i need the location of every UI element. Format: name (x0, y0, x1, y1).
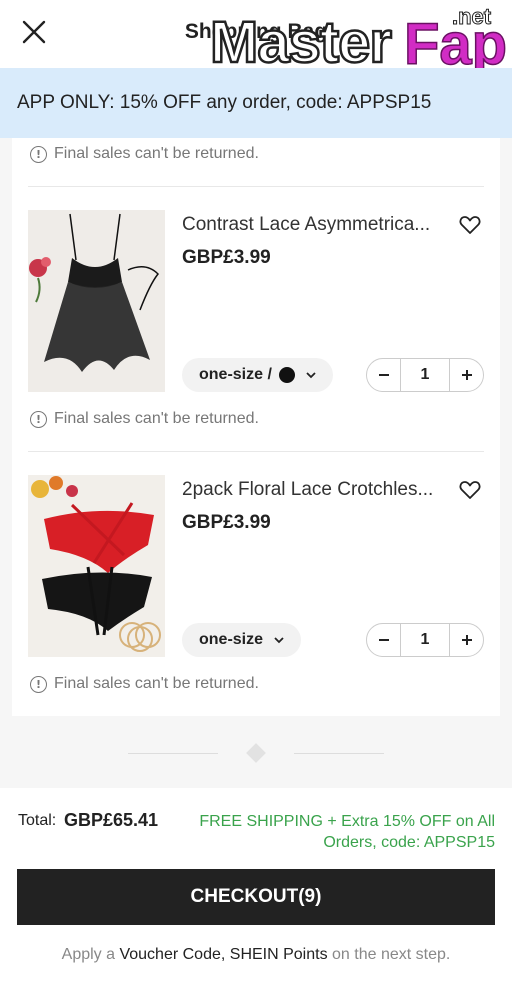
final-sale-notice: ! Final sales can't be returned. (30, 410, 259, 428)
wishlist-heart-icon[interactable] (458, 478, 482, 502)
decrease-button[interactable] (367, 359, 400, 391)
shipping-promo-text: FREE SHIPPING + Extra 15% OFF on All Ord… (199, 813, 495, 851)
quantity-value[interactable]: 1 (400, 624, 450, 656)
svg-text:Master: Master (210, 10, 391, 74)
final-sale-notice: ! Final sales can't be returned. (30, 675, 259, 693)
cart-item: Contrast Lace Asymmetrica... GBP£3.99 on… (12, 210, 500, 400)
watermark-logo: Master Fap .net (208, 2, 512, 78)
diamond-icon (246, 743, 266, 763)
chevron-down-icon (306, 372, 316, 379)
total-label: Total: (18, 812, 57, 829)
final-sale-text: Final sales can't be returned. (54, 410, 259, 427)
color-swatch (278, 367, 295, 383)
checkout-button[interactable]: CHECKOUT(9) (17, 869, 495, 925)
total-value: GBP£65.41 (64, 810, 159, 830)
separator-line (128, 753, 218, 754)
increase-button[interactable] (450, 359, 483, 391)
info-icon: ! (30, 410, 47, 428)
item-title[interactable]: 2pack Floral Lace Crotchles... (182, 479, 444, 501)
svg-text:.net: .net (452, 4, 492, 29)
product-image-babydoll[interactable] (28, 210, 165, 392)
checkout-footnote: Apply a Voucher Code, SHEIN Points on th… (0, 946, 512, 964)
variant-selector[interactable]: one-size (182, 623, 302, 657)
final-sale-text: Final sales can't be returned. (54, 675, 259, 692)
quantity-stepper: 1 (366, 623, 484, 657)
voucher-points-link[interactable]: Voucher Code, SHEIN Points (119, 946, 327, 963)
final-sale-text: Final sales can't be returned. (54, 145, 259, 162)
checkout-bar: Total: GBP£65.41 FREE SHIPPING + Extra 1… (0, 788, 512, 1000)
promo-banner[interactable]: APP ONLY: 15% OFF any order, code: APPSP… (0, 68, 512, 138)
cart-items-card: ! Final sales can't be returned. Contras… (12, 138, 500, 716)
decrease-button[interactable] (367, 624, 400, 656)
final-sale-notice: ! Final sales can't be returned. (30, 145, 259, 163)
wishlist-heart-icon[interactable] (458, 213, 482, 237)
footnote-prefix: Apply a (61, 946, 116, 963)
product-image-panties[interactable] (28, 475, 165, 657)
info-icon: ! (30, 145, 47, 163)
item-price: GBP£3.99 (182, 512, 271, 533)
divider (28, 186, 484, 187)
top-bar: Shopping Bag Master Fap .net (0, 0, 512, 78)
footnote-suffix: on the next step. (332, 946, 451, 963)
divider (28, 451, 484, 452)
info-icon: ! (30, 675, 47, 693)
chevron-down-icon (274, 637, 284, 644)
variant-label: one-size / (199, 366, 272, 383)
item-title[interactable]: Contrast Lace Asymmetrica... (182, 214, 444, 236)
cart-item: 2pack Floral Lace Crotchles... GBP£3.99 … (12, 475, 500, 665)
promo-text: APP ONLY: 15% OFF any order, code: APPSP… (17, 92, 432, 113)
quantity-stepper: 1 (366, 358, 484, 392)
item-price: GBP£3.99 (182, 247, 271, 268)
variant-label: one-size (199, 631, 264, 648)
variant-selector[interactable]: one-size / (182, 358, 333, 392)
separator-line (294, 753, 384, 754)
increase-button[interactable] (450, 624, 483, 656)
quantity-value[interactable]: 1 (400, 359, 450, 391)
